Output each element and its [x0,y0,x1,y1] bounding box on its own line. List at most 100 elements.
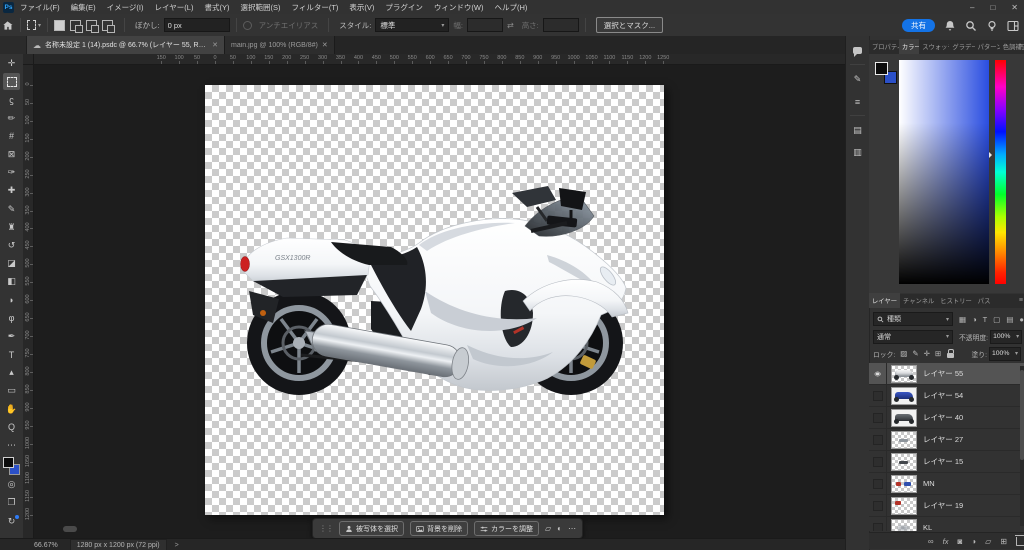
layer-thumbnail[interactable] [891,452,917,471]
new-group-icon[interactable]: ▱ [985,537,991,546]
edit-toolbar-icon[interactable]: ⋯ [3,437,20,454]
fill-value[interactable]: 100% ▾ [989,346,1021,361]
filter-adjustment-icon[interactable]: ◑ [972,315,977,324]
eyedropper-tool[interactable]: ✑ [3,164,20,181]
delete-layer-icon[interactable] [1015,534,1024,546]
quick-selection-tool[interactable]: ✏ [3,110,20,127]
style-dropdown[interactable]: 標準 ▾ [375,18,450,32]
layer-thumbnail[interactable] [891,364,917,383]
adjustments-icon[interactable]: ≡ [850,94,865,109]
layer-thumbnail[interactable] [891,430,917,449]
horizontal-scrollbar[interactable] [63,526,77,532]
filter-image-icon[interactable]: ▦ [959,315,966,324]
canvas[interactable]: GSX1300R [205,85,664,515]
layers-tab-0[interactable]: レイヤー [869,293,900,308]
clone-stamp-tool[interactable]: ♜ [3,219,20,236]
add-selection-icon[interactable] [70,19,83,33]
workspace-switcher-icon[interactable] [1007,19,1019,32]
close-button[interactable]: ✕ [1011,3,1018,12]
lock-transparency-icon[interactable]: ▨ [900,349,907,358]
link-layers-icon[interactable]: ∞ [928,537,934,546]
document-info[interactable]: 1280 px x 1200 px (72 ppi) [69,539,167,550]
document-tab-1[interactable]: main.jpg @ 100% (RGB/8#) ✕ [225,36,335,54]
share-image-icon[interactable]: ↻ [3,513,20,530]
status-chevron-icon[interactable]: > [175,542,179,549]
layers-tab-2[interactable]: ヒストリー [937,293,974,308]
menu-item-8[interactable]: プラグイン [385,2,423,13]
anti-alias-checkbox[interactable] [242,20,252,30]
remove-background-button[interactable]: 背景を削除 [410,521,468,536]
layers-tab-3[interactable]: パス [975,293,994,308]
menu-item-2[interactable]: イメージ(I) [107,2,144,13]
menu-item-9[interactable]: ウィンドウ(W) [434,2,484,13]
lock-all-icon[interactable] [947,348,955,358]
layer-visibility-toggle[interactable] [869,385,887,406]
layer-thumbnail[interactable] [891,386,917,405]
hand-tool[interactable]: ✋ [3,401,20,418]
shape-tool[interactable]: ▭ [3,382,20,399]
pen-tool[interactable]: ✒ [3,328,20,345]
layer-thumbnail[interactable] [891,496,917,515]
new-layer-icon[interactable]: ⊞ [1000,537,1007,546]
zoom-tool[interactable]: Q [3,419,20,436]
menu-item-5[interactable]: 選択範囲(S) [240,2,280,13]
close-tab-icon[interactable]: ✕ [322,41,328,49]
new-adjustment-layer-icon[interactable]: ◑ [971,537,976,546]
menu-item-0[interactable]: ファイル(F) [20,2,60,13]
crop-tool[interactable]: # [3,128,20,145]
bell-icon[interactable] [944,19,956,31]
type-tool[interactable]: T [3,346,20,363]
move-tool[interactable]: ✛ [3,55,20,72]
foreground-color-swatch[interactable] [3,457,14,469]
home-icon[interactable] [0,18,14,32]
minimize-button[interactable]: – [970,3,974,12]
layer-row[interactable]: レイヤー 15 [869,451,1024,473]
ruler-corner[interactable] [23,54,34,65]
search-icon[interactable] [965,19,977,31]
horizontal-ruler[interactable]: 150 100 50 0 50 100 150 200 250 300 350 400 450 500 55… [23,54,845,65]
layer-row[interactable]: レイヤー 54 [869,385,1024,407]
layer-row[interactable]: レイヤー 27 [869,429,1024,451]
color-tab-menu-icon[interactable]: ≡ [1019,43,1023,50]
select-and-mask-button[interactable]: 選択とマスク... [595,17,664,33]
layer-filter-dropdown[interactable]: 種類 ▾ [873,312,953,326]
layer-visibility-toggle[interactable] [869,451,887,472]
close-tab-icon[interactable]: ✕ [212,41,218,49]
edit-brush-icon[interactable]: ✎ [850,72,865,87]
layer-visibility-toggle[interactable] [869,407,887,428]
color-tab-1[interactable]: カラー [898,39,920,54]
layer-effects-icon[interactable]: fx [943,537,949,546]
filter-smart-object-icon[interactable]: ▤ [1006,315,1013,324]
color-tab-0[interactable]: プロパティ [869,39,899,54]
menu-item-10[interactable]: ヘルプ(H) [494,2,527,13]
share-button[interactable]: 共有 [902,18,935,32]
layer-mask-icon[interactable]: ◙ [957,537,962,546]
layer-row[interactable]: KL [869,517,1024,531]
layer-visibility-toggle[interactable] [869,473,887,494]
brush-tool[interactable]: ✎ [3,201,20,218]
subtract-selection-icon[interactable] [86,19,99,33]
comments-icon[interactable] [850,43,865,58]
frame-tool[interactable]: ⊠ [3,146,20,163]
layer-thumbnail[interactable] [891,474,917,493]
menu-item-1[interactable]: 編集(E) [71,2,96,13]
path-selection-tool[interactable]: ▴ [3,364,20,381]
layer-row[interactable]: レイヤー 19 [869,495,1024,517]
discover-bulb-icon[interactable] [986,19,998,31]
foreground-color-swatch[interactable] [875,62,888,75]
layer-thumbnail[interactable] [891,408,917,427]
color-swatches[interactable] [3,457,20,476]
libraries-icon[interactable]: ▤ [850,123,865,138]
color-tab-3[interactable]: グラデー [949,39,974,54]
layers-tab-1[interactable]: チャンネル [900,293,937,308]
eraser-tool[interactable]: ◪ [3,255,20,272]
blur-tool[interactable]: ◗ [3,291,20,308]
adjustment-icon[interactable]: ◐ [557,524,562,533]
menu-item-3[interactable]: レイヤー(L) [155,2,194,13]
layer-visibility-toggle[interactable] [869,429,887,450]
hue-slider[interactable] [995,60,1006,284]
layers-tab-menu-icon[interactable]: ≡ [1019,297,1023,304]
adjust-colors-button[interactable]: カラーを調整 [474,521,539,536]
intersect-selection-icon[interactable] [102,19,115,33]
dodge-tool[interactable]: φ [3,310,20,327]
